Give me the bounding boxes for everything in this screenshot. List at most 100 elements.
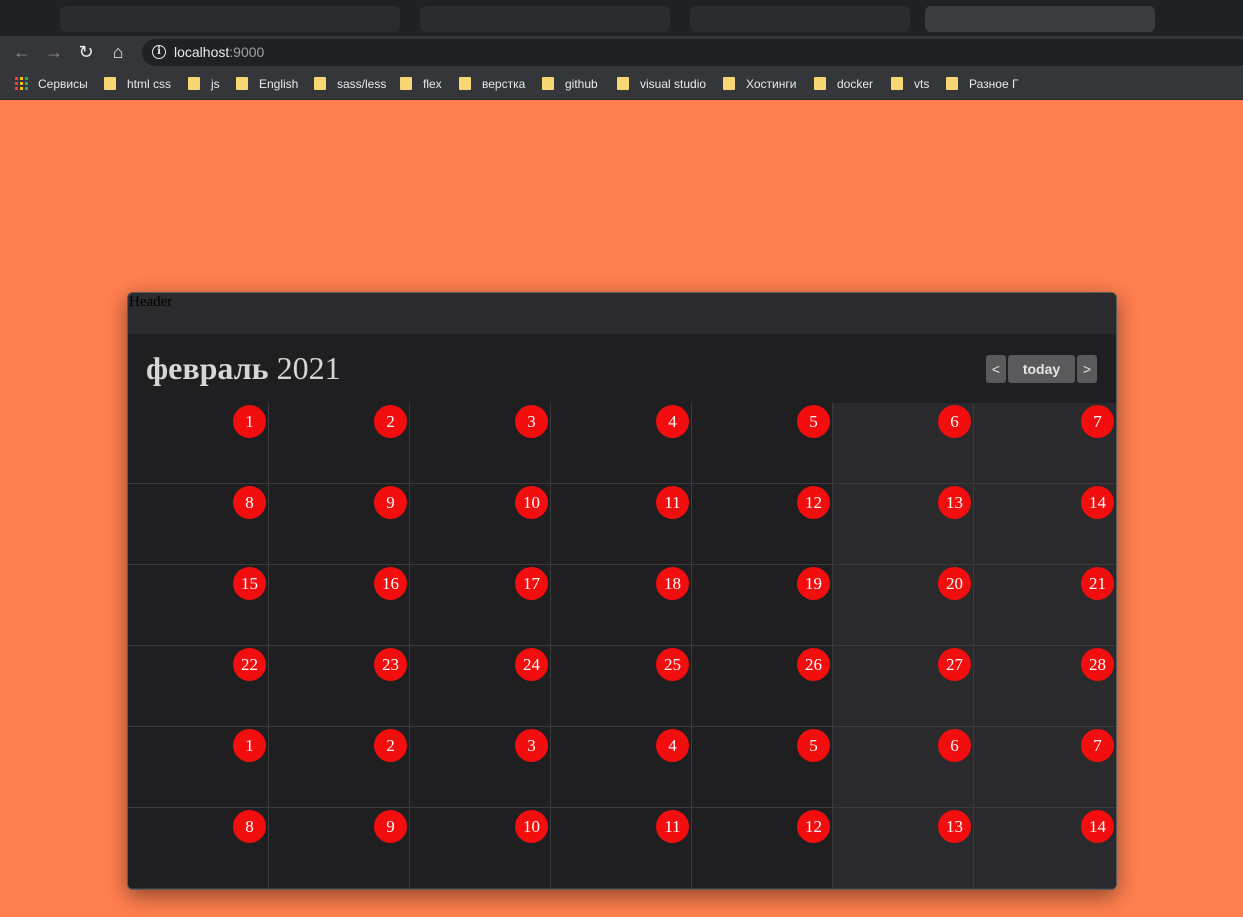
- day-number-badge: 3: [515, 405, 548, 438]
- day-cell[interactable]: 26: [692, 646, 833, 727]
- day-number-badge: 8: [233, 810, 266, 843]
- day-number-badge: 27: [938, 648, 971, 681]
- address-bar[interactable]: i localhost:9000: [142, 39, 1243, 66]
- day-cell[interactable]: 17: [410, 565, 551, 646]
- day-number-badge: 9: [374, 810, 407, 843]
- bookmark-label: flex: [423, 77, 442, 91]
- day-cell[interactable]: 10: [410, 808, 551, 889]
- day-cell[interactable]: 2: [269, 727, 410, 808]
- bookmark-folder-html-css[interactable]: html css: [104, 76, 171, 92]
- bookmarks-bar: Сервисы html css js English sass/less fl…: [0, 68, 1243, 100]
- day-number-badge: 3: [515, 729, 548, 762]
- bookmark-folder-visual-studio[interactable]: visual studio: [617, 76, 706, 92]
- bookmark-label: верстка: [482, 77, 526, 91]
- browser-tab[interactable]: [60, 6, 400, 32]
- day-number-badge: 4: [656, 405, 689, 438]
- day-cell[interactable]: 4: [551, 727, 692, 808]
- bookmark-folder-english[interactable]: English: [236, 76, 298, 92]
- back-arrow-icon[interactable]: ←: [10, 40, 34, 64]
- forward-arrow-icon[interactable]: →: [42, 40, 66, 64]
- calendar-month: февраль: [146, 350, 269, 386]
- day-number-badge: 20: [938, 567, 971, 600]
- browser-tab[interactable]: [420, 6, 670, 32]
- day-cell[interactable]: 27: [833, 646, 974, 727]
- widget-header-label: Header: [129, 294, 173, 310]
- day-cell[interactable]: 1: [128, 727, 269, 808]
- day-cell[interactable]: 6: [833, 403, 974, 484]
- day-cell[interactable]: 5: [692, 727, 833, 808]
- day-number-badge: 5: [797, 405, 830, 438]
- folder-icon: [314, 77, 326, 90]
- day-cell[interactable]: 11: [551, 484, 692, 565]
- prev-month-button[interactable]: <: [986, 355, 1006, 383]
- day-cell[interactable]: 5: [692, 403, 833, 484]
- browser-tab-strip: [0, 0, 1243, 36]
- day-cell[interactable]: 24: [410, 646, 551, 727]
- day-number-badge: 9: [374, 486, 407, 519]
- day-cell[interactable]: 19: [692, 565, 833, 646]
- day-cell[interactable]: 21: [974, 565, 1116, 646]
- bookmark-folder-misc[interactable]: Разное Г: [946, 76, 1018, 92]
- widget-header: Header: [128, 293, 1116, 334]
- url-host: localhost: [174, 44, 230, 60]
- bookmark-folder-vts[interactable]: vts: [891, 76, 929, 92]
- today-button[interactable]: today: [1008, 355, 1075, 383]
- day-number-badge: 17: [515, 567, 548, 600]
- day-cell[interactable]: 7: [974, 727, 1116, 808]
- day-cell[interactable]: 10: [410, 484, 551, 565]
- bookmark-services[interactable]: Сервисы: [15, 76, 88, 92]
- day-cell[interactable]: 3: [410, 403, 551, 484]
- day-cell[interactable]: 16: [269, 565, 410, 646]
- day-cell[interactable]: 12: [692, 484, 833, 565]
- bookmark-label: Хостинги: [746, 77, 797, 91]
- day-cell[interactable]: 8: [128, 808, 269, 889]
- day-cell[interactable]: 22: [128, 646, 269, 727]
- day-number-badge: 2: [374, 405, 407, 438]
- day-cell[interactable]: 6: [833, 727, 974, 808]
- day-cell[interactable]: 18: [551, 565, 692, 646]
- folder-icon: [617, 77, 629, 90]
- calendar-nav: < today >: [986, 355, 1097, 383]
- day-cell[interactable]: 14: [974, 808, 1116, 889]
- day-number-badge: 1: [233, 405, 266, 438]
- bookmark-folder-verstka[interactable]: верстка: [459, 76, 525, 92]
- bookmark-folder-js[interactable]: js: [188, 76, 220, 92]
- bookmark-folder-docker[interactable]: docker: [814, 76, 873, 92]
- day-cell[interactable]: 20: [833, 565, 974, 646]
- day-cell[interactable]: 9: [269, 484, 410, 565]
- day-number-badge: 15: [233, 567, 266, 600]
- folder-icon: [188, 77, 200, 90]
- day-number-badge: 19: [797, 567, 830, 600]
- day-number-badge: 14: [1081, 810, 1114, 843]
- bookmark-folder-flex[interactable]: flex: [400, 76, 442, 92]
- day-cell[interactable]: 7: [974, 403, 1116, 484]
- bookmark-folder-hostings[interactable]: Хостинги: [723, 76, 796, 92]
- day-cell[interactable]: 13: [833, 808, 974, 889]
- day-cell[interactable]: 8: [128, 484, 269, 565]
- day-cell[interactable]: 1: [128, 403, 269, 484]
- day-cell[interactable]: 9: [269, 808, 410, 889]
- day-cell[interactable]: 13: [833, 484, 974, 565]
- day-number-badge: 12: [797, 486, 830, 519]
- bookmark-folder-sass-less[interactable]: sass/less: [314, 76, 386, 92]
- day-cell[interactable]: 2: [269, 403, 410, 484]
- day-cell[interactable]: 12: [692, 808, 833, 889]
- browser-tab[interactable]: [690, 6, 910, 32]
- day-cell[interactable]: 3: [410, 727, 551, 808]
- bookmark-label: github: [565, 77, 598, 91]
- calendar-toolbar: февраль 2021 < today >: [128, 334, 1116, 403]
- next-month-button[interactable]: >: [1077, 355, 1097, 383]
- day-cell[interactable]: 11: [551, 808, 692, 889]
- home-icon[interactable]: ⌂: [106, 40, 130, 64]
- browser-tab[interactable]: [925, 6, 1155, 32]
- url-port: :9000: [229, 44, 265, 60]
- info-icon[interactable]: i: [152, 45, 166, 59]
- day-cell[interactable]: 15: [128, 565, 269, 646]
- bookmark-folder-github[interactable]: github: [542, 76, 598, 92]
- day-cell[interactable]: 25: [551, 646, 692, 727]
- day-cell[interactable]: 23: [269, 646, 410, 727]
- reload-icon[interactable]: ↻: [74, 40, 98, 64]
- day-cell[interactable]: 4: [551, 403, 692, 484]
- day-cell[interactable]: 14: [974, 484, 1116, 565]
- day-cell[interactable]: 28: [974, 646, 1116, 727]
